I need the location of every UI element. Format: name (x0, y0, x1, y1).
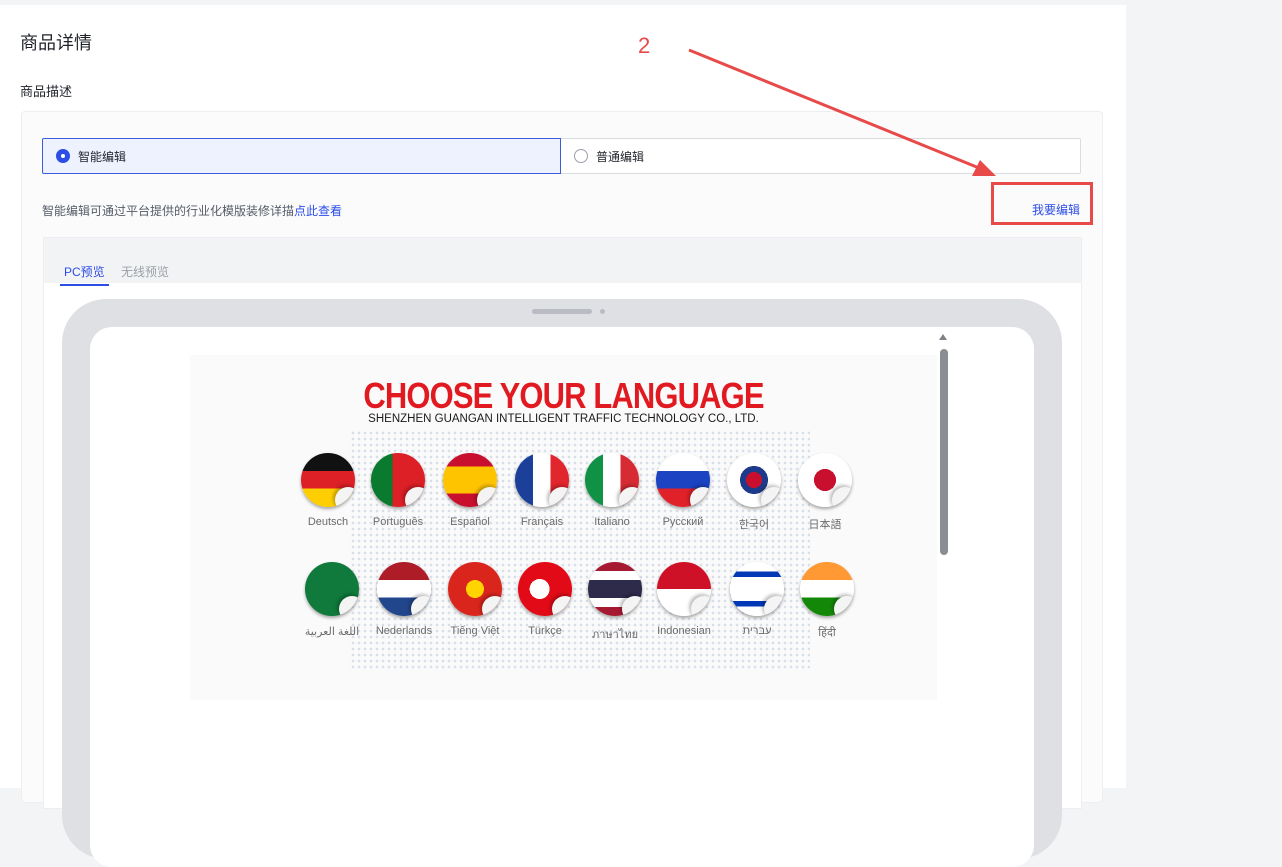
annotation-highlight-box (991, 182, 1093, 225)
annotation-arrow-icon (688, 48, 996, 176)
